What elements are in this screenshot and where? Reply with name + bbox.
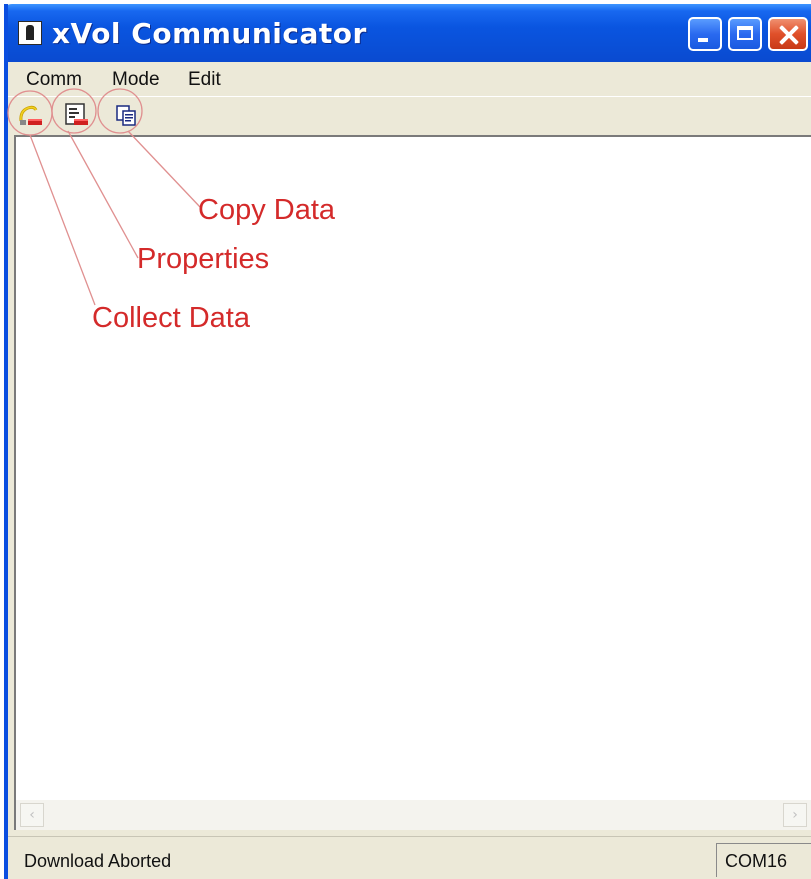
status-port: COM16 bbox=[725, 851, 788, 871]
app-icon[interactable] bbox=[18, 21, 42, 45]
close-button[interactable] bbox=[768, 17, 808, 51]
scroll-left-button[interactable]: ‹ bbox=[20, 803, 44, 827]
properties-annotation: Properties bbox=[137, 243, 270, 275]
status-port-panel: COM16 bbox=[716, 843, 811, 877]
window-title: xVol Communicator bbox=[52, 17, 367, 50]
minimize-button[interactable] bbox=[688, 17, 722, 51]
toolbar bbox=[8, 96, 811, 133]
status-bar: Download Aborted COM16 bbox=[8, 836, 811, 879]
status-message: Download Aborted bbox=[24, 851, 172, 871]
menu-edit[interactable]: Edit bbox=[188, 69, 221, 91]
chevron-left-icon: ‹ bbox=[29, 807, 35, 823]
app-window: xVol Communicator Comm Mode Edit ‹ › Dow… bbox=[4, 4, 811, 879]
copy-data-annotation: Copy Data bbox=[198, 194, 336, 226]
chevron-right-icon: › bbox=[792, 807, 798, 823]
properties-icon bbox=[65, 103, 88, 125]
maximize-button[interactable] bbox=[728, 17, 762, 51]
properties-button[interactable] bbox=[62, 101, 90, 129]
menu-comm[interactable]: Comm bbox=[26, 69, 82, 91]
collect-data-icon bbox=[19, 105, 42, 125]
copy-data-button[interactable] bbox=[112, 101, 140, 129]
copy-data-icon bbox=[116, 105, 136, 126]
data-view[interactable] bbox=[14, 135, 811, 800]
collect-data-annotation: Collect Data bbox=[92, 302, 250, 334]
menu-mode[interactable]: Mode bbox=[112, 69, 160, 91]
scroll-right-button[interactable]: › bbox=[783, 803, 807, 827]
horizontal-scrollbar[interactable]: ‹ › bbox=[14, 800, 811, 830]
menu-bar: Comm Mode Edit bbox=[8, 62, 811, 96]
title-bar[interactable]: xVol Communicator bbox=[8, 4, 811, 62]
collect-data-button[interactable] bbox=[16, 101, 44, 129]
